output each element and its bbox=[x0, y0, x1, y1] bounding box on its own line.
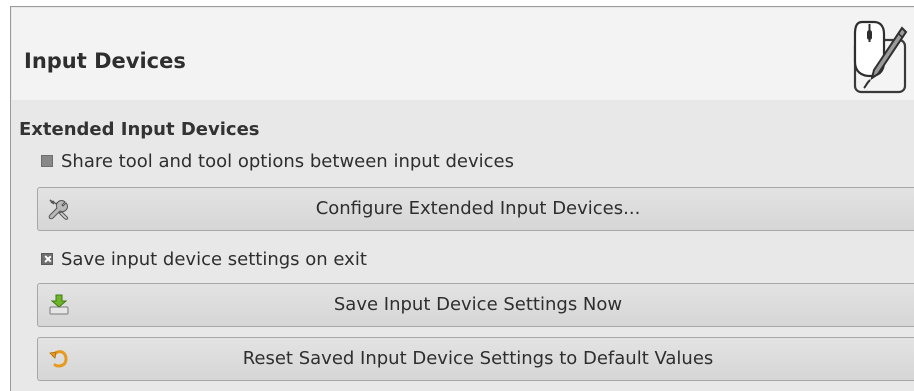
configure-extended-input-devices-label: Configure Extended Input Devices... bbox=[315, 198, 641, 219]
page-title: Input Devices bbox=[24, 49, 186, 73]
save-on-exit-checkbox-row[interactable]: Save input device settings on exit bbox=[41, 247, 367, 271]
save-on-exit-label: Save input device settings on exit bbox=[61, 248, 367, 270]
preferences-panel: Input Devices Extended Input Devices Sha… bbox=[10, 6, 914, 391]
panel-header: Input Devices bbox=[12, 8, 914, 100]
section-title-extended-input-devices: Extended Input Devices bbox=[19, 119, 260, 140]
save-input-device-settings-now-button[interactable]: Save Input Device Settings Now bbox=[37, 283, 914, 327]
input-devices-tablet-mouse-icon bbox=[852, 18, 910, 96]
reset-saved-input-device-settings-label: Reset Saved Input Device Settings to Def… bbox=[242, 348, 714, 369]
save-input-device-settings-now-label: Save Input Device Settings Now bbox=[333, 294, 623, 315]
configure-extended-input-devices-button[interactable]: Configure Extended Input Devices... bbox=[37, 187, 914, 231]
share-tool-label: Share tool and tool options between inpu… bbox=[61, 150, 514, 172]
share-tool-checkbox-row[interactable]: Share tool and tool options between inpu… bbox=[41, 149, 514, 173]
share-tool-checkbox[interactable] bbox=[41, 155, 53, 167]
save-on-exit-checkbox[interactable] bbox=[41, 253, 53, 265]
reset-saved-input-device-settings-button[interactable]: Reset Saved Input Device Settings to Def… bbox=[37, 337, 914, 381]
